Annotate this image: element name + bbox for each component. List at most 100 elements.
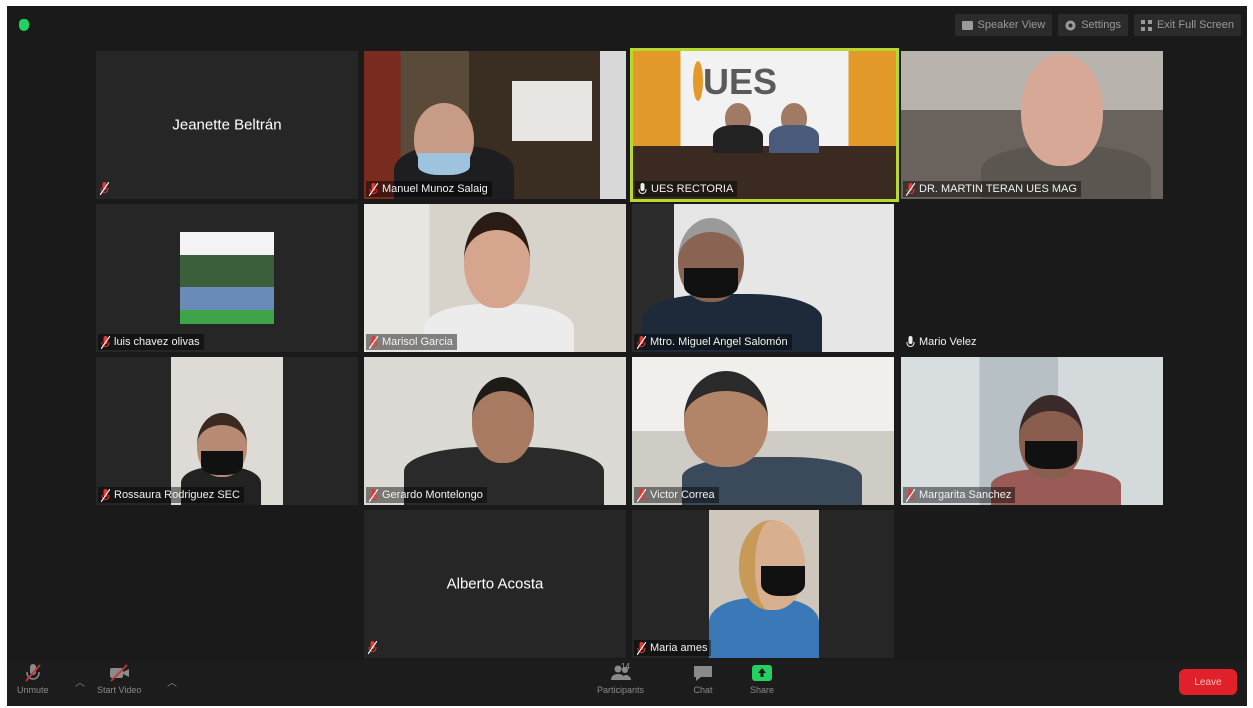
participant-nametag: Mtro. Miguel Angel Salomón [634,334,792,350]
participant-tile-marisol[interactable]: Marisol Garcia [364,204,626,352]
participant-nametag: Manuel Munoz Salaig [366,181,492,197]
top-controls: Speaker View Settings Exit Full Screen [954,14,1241,36]
ues-logo-flame-icon [693,61,703,101]
participant-name-display: Alberto Acosta [446,575,544,593]
participant-tile-mario[interactable]: Mario Velez [901,204,1163,352]
grid-view-icon [961,20,973,30]
face-mask [418,153,470,175]
participant-tile-manuel[interactable]: Manuel Munoz Salaig [364,51,626,199]
video-feed [901,357,1163,505]
participant-tile-victor[interactable]: Victor Correa [632,357,894,505]
participant-tile-alberto[interactable]: Alberto Acosta [364,510,626,658]
participant-name: Rossaura Rodriguez SEC [114,489,240,501]
face-mask [684,268,738,298]
participant-tile-miguel[interactable]: Mtro. Miguel Angel Salomón [632,204,894,352]
participant-tile-gerardo[interactable]: Gerardo Montelongo [364,357,626,505]
video-feed [364,51,626,199]
participant-tile-maria[interactable]: Maria ames [632,510,894,658]
chat-label: Chat [693,685,713,695]
video-feed [171,357,283,505]
video-feed [709,510,819,658]
muted-mic-icon [637,488,646,502]
participant-nametag: DR. MARTIN TERAN UES MAG [903,181,1081,197]
participant-name: luis chavez olivas [114,336,200,348]
video-feed: UES [633,51,896,199]
meeting-toolbar: Unmute ︿ Start Video ︿ 14 Participants C… [7,660,1247,706]
person-head [739,520,805,610]
person-body [769,125,819,153]
share-screen-button[interactable]: Share [750,664,774,695]
video-off-icon [110,664,130,682]
gear-icon [1065,20,1076,30]
participant-name: Manuel Munoz Salaig [382,183,488,195]
participants-label: Participants [597,685,645,695]
person-head [1021,54,1103,166]
muted-mic-icon [906,488,915,502]
exit-fullscreen-icon [1140,19,1152,31]
zoom-window: Speaker View Settings Exit Full Screen J… [7,6,1247,706]
participant-name: DR. MARTIN TERAN UES MAG [919,183,1077,195]
participant-name: Maria ames [650,642,708,654]
share-screen-icon [752,665,773,681]
person-body [713,125,763,153]
participant-name: Mario Velez [919,336,977,348]
muted-mic-icon [101,488,110,502]
participant-nametag: Maria ames [634,640,712,656]
video-feed [364,357,626,505]
video-feed [364,204,626,352]
participant-tile-luis[interactable]: luis chavez olivas [96,204,358,352]
video-feed [632,204,894,352]
participant-name: Victor Correa [650,489,715,501]
participant-nametag: Mario Velez [903,334,980,350]
muted-mic-icon [25,664,41,682]
participant-nametag: Gerardo Montelongo [366,487,487,503]
encryption-shield-icon[interactable] [19,19,29,31]
participant-tile-jeanette[interactable]: Jeanette Beltrán [96,51,358,199]
muted-mic-icon [101,335,110,349]
start-video-button[interactable]: Start Video [97,664,141,695]
chat-button[interactable]: Chat [692,664,714,695]
participant-name: Gerardo Montelongo [382,489,483,501]
start-video-label: Start Video [97,685,142,695]
audio-options-chevron-up-icon[interactable]: ︿ [75,674,85,689]
person-head [464,212,530,308]
ues-logo-text: UES [703,61,778,102]
profile-picture-group-photo [180,232,274,324]
face-mask [761,566,805,596]
participant-name: Margarita Sanchez [919,489,1012,501]
video-feed [901,51,1163,199]
unmute-button[interactable]: Unmute [17,664,49,695]
participant-tile-ues-rectoria-active-speaker[interactable]: UES UES RECTORIA [630,48,899,202]
face-mask [201,451,243,475]
muted-mic-icon [100,182,109,195]
muted-mic-icon [637,641,646,655]
shelf-papers [512,81,592,141]
participant-tile-martin[interactable]: DR. MARTIN TERAN UES MAG [901,51,1163,199]
participant-nametag: luis chavez olivas [98,334,204,350]
speaker-view-label: Speaker View [977,19,1046,31]
video-options-chevron-up-icon[interactable]: ︿ [167,674,177,689]
participants-count: 14 [621,662,630,671]
face-mask [1025,441,1077,469]
participant-tile-margarita[interactable]: Margarita Sanchez [901,357,1163,505]
muted-mic-icon [906,182,915,196]
speaker-view-button[interactable]: Speaker View [954,14,1053,36]
muted-mic-icon [637,335,646,349]
participant-name: Marisol Garcia [382,336,453,348]
exit-full-screen-label: Exit Full Screen [1156,19,1234,31]
person-head [684,371,768,467]
mic-icon [906,335,915,347]
participant-nametag: Victor Correa [634,487,719,503]
leave-meeting-button[interactable]: Leave [1179,669,1237,695]
mic-icon [638,182,647,194]
settings-label: Settings [1081,19,1121,31]
muted-mic-icon [368,641,377,654]
participant-nametag: Rossaura Rodriguez SEC [98,487,244,503]
participant-nametag: UES RECTORIA [635,181,738,197]
settings-button[interactable]: Settings [1058,14,1128,36]
exit-full-screen-button[interactable]: Exit Full Screen [1133,14,1241,36]
muted-mic-icon [369,182,378,196]
participant-tile-rossaura[interactable]: Rossaura Rodriguez SEC [96,357,358,505]
participants-button[interactable]: 14 Participants [597,662,645,695]
share-label: Share [750,685,775,695]
